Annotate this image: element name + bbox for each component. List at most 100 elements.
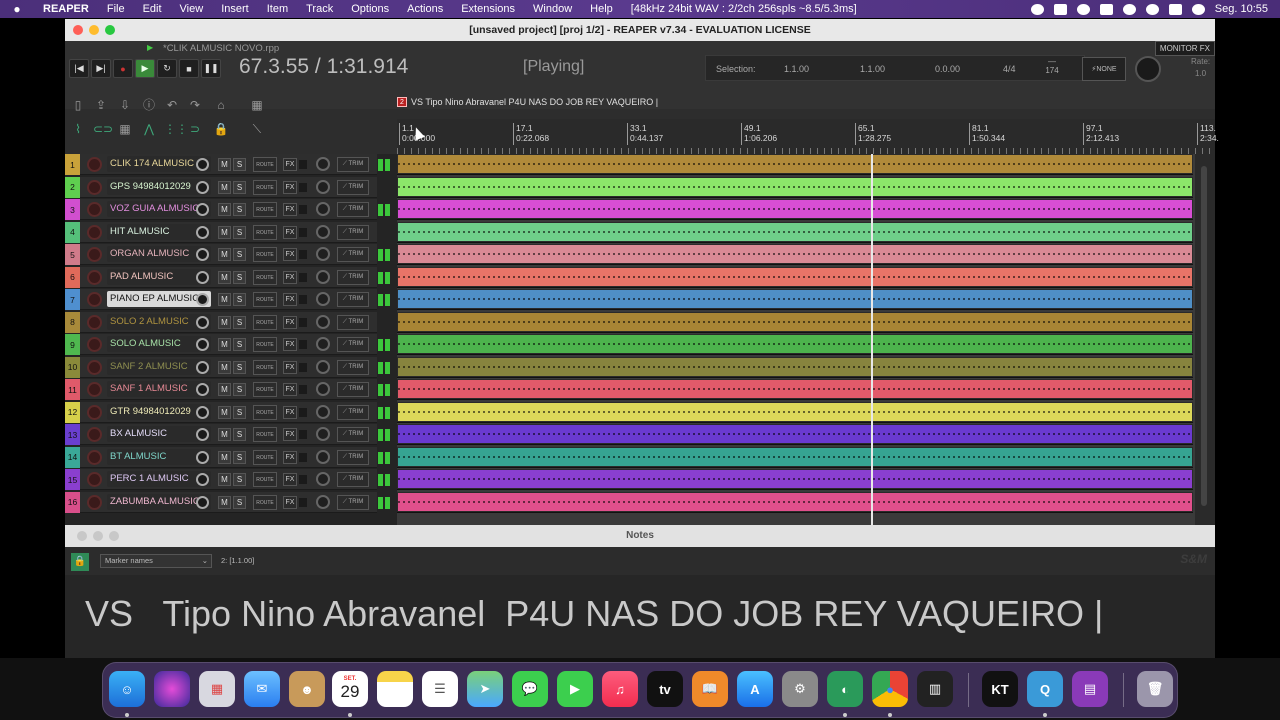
automation-mode-button[interactable]: ⟋ TRIM [337, 472, 369, 487]
solo-button[interactable]: S [233, 293, 246, 306]
fx-bypass-button[interactable] [299, 497, 307, 507]
volume-knob[interactable] [196, 203, 209, 216]
siri-menu-icon[interactable] [1191, 3, 1205, 15]
mail-icon[interactable]: ✉ [244, 671, 280, 707]
solo-button[interactable]: S [233, 180, 246, 194]
calendar-icon[interactable]: SET. 29 [332, 671, 368, 707]
automation-mode-button[interactable]: ⟋ TRIM [337, 404, 369, 420]
audio-device-status[interactable]: [48kHz 24bit WAV : 2/2ch 256spls ~8.5/5.… [622, 3, 866, 15]
route-button[interactable]: ROUTE [253, 382, 277, 397]
volume-knob[interactable] [196, 450, 209, 464]
spotlight-icon[interactable] [1145, 3, 1159, 15]
menu-extensions[interactable]: Extensions [452, 3, 524, 15]
selection-start[interactable]: 1.1.00 [784, 64, 809, 74]
ripple-edit-icon[interactable]: ⌇ [70, 122, 86, 136]
ruler-marker[interactable]: 97.1 2:12.413 [1083, 123, 1119, 145]
media-item[interactable] [398, 177, 1192, 196]
track-lane[interactable] [397, 356, 1193, 378]
master-volume-knob[interactable] [1135, 56, 1161, 82]
track-lane[interactable] [397, 199, 1193, 220]
record-arm-button[interactable] [87, 427, 102, 442]
record-arm-button[interactable] [87, 337, 102, 352]
volume-knob[interactable] [196, 473, 209, 486]
track-lane[interactable] [397, 311, 1193, 333]
track-lane[interactable] [397, 491, 1193, 513]
fx-bypass-button[interactable] [299, 430, 307, 439]
record-arm-button[interactable] [87, 202, 102, 217]
grid-toggle-icon[interactable]: ▦ [249, 98, 265, 112]
monitor-fx-button[interactable]: MONITOR FX [1154, 41, 1215, 56]
region-marker-number[interactable]: 2 [397, 97, 407, 107]
track-number[interactable]: 8 [65, 311, 80, 333]
record-arm-button[interactable] [87, 359, 102, 375]
automation-mode-button[interactable]: ⟋ TRIM [337, 382, 369, 397]
appstore-icon[interactable]: A [737, 671, 773, 707]
solo-button[interactable]: S [233, 473, 246, 486]
track-number[interactable]: 9 [65, 334, 80, 355]
media-item[interactable] [398, 425, 1192, 443]
fx-button[interactable]: FX [283, 495, 297, 509]
automation-mode-button[interactable]: ⟋ TRIM [337, 202, 369, 217]
pan-knob[interactable] [316, 359, 330, 374]
track-header[interactable]: 11 SANF 1 ALMUSIC M S ROUTE FX ⟋ TRIM [65, 379, 390, 400]
menu-insert[interactable]: Insert [212, 3, 258, 15]
volume-knob[interactable] [196, 180, 209, 194]
track-number[interactable]: 2 [65, 176, 80, 198]
text-input-icon[interactable] [1053, 3, 1067, 15]
automation-mode-button[interactable]: ⟋ TRIM [337, 224, 369, 240]
snap-grid-icon[interactable]: ▦ [117, 122, 133, 136]
route-button[interactable]: ROUTE [253, 427, 277, 442]
track-number[interactable]: 15 [65, 469, 80, 490]
track-number[interactable]: 10 [65, 356, 80, 378]
pan-knob[interactable] [316, 179, 330, 194]
pause-button[interactable]: ❚❚ [201, 59, 221, 78]
undo-icon[interactable]: ↶ [164, 98, 180, 112]
mute-button[interactable]: M [218, 248, 231, 261]
notes-type-dropdown[interactable]: Marker names ⌄ [100, 554, 212, 568]
vertical-scrollbar[interactable] [1195, 154, 1215, 525]
scrollbar-thumb[interactable] [1201, 166, 1207, 506]
menu-actions[interactable]: Actions [398, 3, 452, 15]
mute-button[interactable]: M [218, 338, 231, 351]
selection-display[interactable]: Selection: 1.1.00 1.1.00 0.0.00 4/4 [705, 55, 1085, 81]
fx-button[interactable]: FX [283, 405, 297, 419]
track-number[interactable]: 11 [65, 379, 80, 400]
ruler-marker[interactable]: 81.1 1:50.344 [969, 123, 1005, 145]
fx-button[interactable]: FX [283, 158, 297, 171]
volume-knob[interactable] [196, 225, 209, 239]
ruler-marker[interactable]: 33.1 0:44.137 [627, 123, 663, 145]
track-header[interactable]: 3 VOZ GUIA ALMUSIC M S ROUTE FX ⟋ TRIM [65, 199, 390, 220]
menu-file[interactable]: File [98, 3, 134, 15]
track-lane[interactable] [397, 424, 1193, 445]
play-button[interactable]: ▶ [135, 59, 155, 78]
music-icon[interactable]: ♫ [602, 671, 638, 707]
volume-knob[interactable] [196, 158, 209, 171]
bpm-display[interactable]: —174 [1040, 57, 1064, 75]
kt-icon[interactable]: KT [982, 671, 1018, 707]
fx-bypass-button[interactable] [299, 407, 307, 417]
sync-none-button[interactable]: ⚡ NONE [1082, 57, 1126, 81]
fx-bypass-button[interactable] [299, 475, 307, 484]
automation-mode-button[interactable]: ⟋ TRIM [337, 157, 369, 172]
volume-knob[interactable] [196, 338, 209, 351]
track-lane[interactable] [397, 379, 1193, 400]
solo-button[interactable]: S [233, 338, 246, 351]
mute-button[interactable]: M [218, 203, 231, 216]
solo-button[interactable]: S [233, 203, 246, 216]
reaper-icon[interactable]: ◐ [827, 671, 863, 707]
quicktime-icon[interactable]: Q [1027, 671, 1063, 707]
pan-knob[interactable] [316, 427, 330, 441]
track-number[interactable]: 13 [65, 424, 80, 445]
notes-text-area[interactable]: VS Tipo Nino Abravanel P4U NAS DO JOB RE… [85, 593, 1103, 635]
route-button[interactable]: ROUTE [253, 247, 277, 262]
solo-button[interactable]: S [233, 495, 246, 509]
mute-button[interactable]: M [218, 158, 231, 171]
fx-bypass-button[interactable] [299, 452, 307, 462]
wifi-icon[interactable] [1122, 3, 1136, 15]
notes-minimize-button[interactable] [93, 531, 103, 541]
menu-options[interactable]: Options [342, 3, 398, 15]
track-header[interactable]: 16 ZABUMBA ALMUSIC M S ROUTE FX ⟋ TRIM [65, 491, 390, 513]
pan-knob[interactable] [316, 404, 330, 419]
ruler-marker[interactable]: 65.1 1:28.275 [855, 123, 891, 145]
solo-button[interactable]: S [233, 158, 246, 171]
